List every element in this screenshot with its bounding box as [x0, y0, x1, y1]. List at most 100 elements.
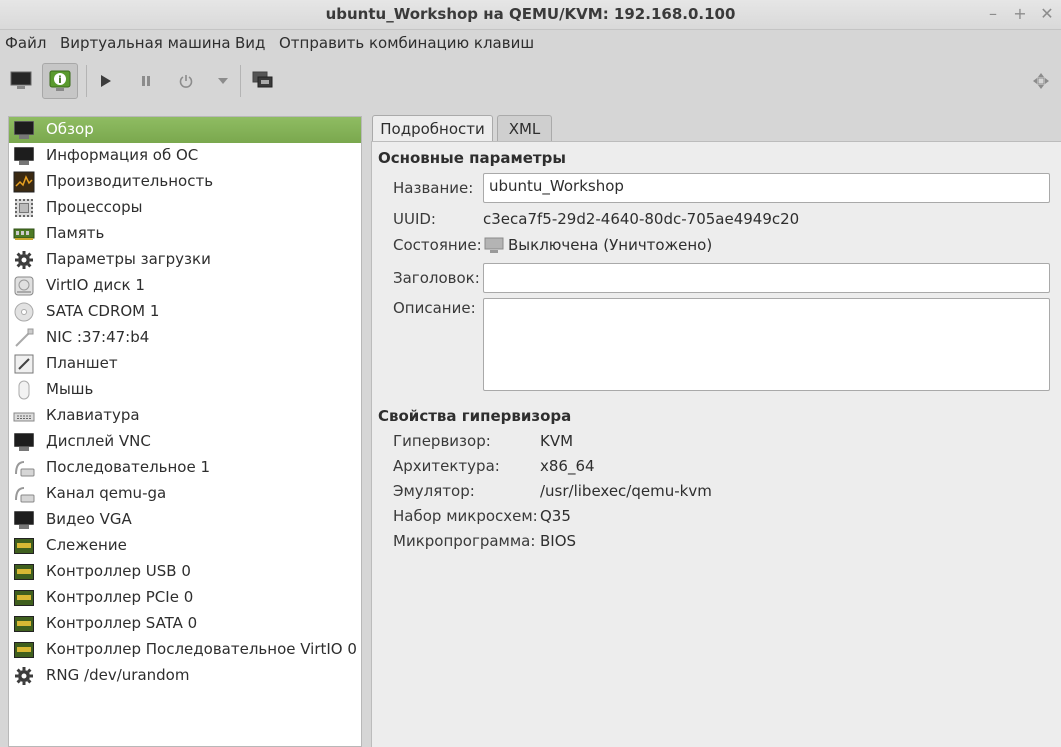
screens-icon	[252, 71, 273, 88]
title-field[interactable]	[483, 263, 1050, 293]
tab-xml[interactable]: XML	[497, 115, 552, 142]
shutdown-menu-button[interactable]	[205, 63, 241, 99]
run-button[interactable]	[87, 63, 123, 99]
serial-icon	[13, 457, 35, 479]
name-field[interactable]: ubuntu_Workshop	[483, 173, 1050, 203]
monitor-icon	[13, 119, 35, 141]
sidebar-item-label: Планшет	[46, 354, 118, 372]
window-title: ubuntu_Workshop на QEMU/KVM: 192.168.0.1…	[325, 5, 736, 23]
sidebar-item-virtio-disk[interactable]: VirtIO диск 1	[9, 273, 361, 299]
title-label: Заголовок:	[393, 269, 480, 287]
details-button[interactable]: i	[42, 63, 78, 99]
minimize-button[interactable]: –	[983, 4, 1003, 24]
mouse-icon	[13, 379, 35, 401]
sidebar-item-watchdog[interactable]: Слежение	[9, 533, 361, 559]
menu-bar: Файл Виртуальная машина Вид Отправить ко…	[0, 31, 1061, 57]
sidebar-item-label: Память	[46, 224, 105, 242]
keyboard-icon	[13, 405, 35, 427]
sidebar-item-display-vnc[interactable]: Дисплей VNC	[9, 429, 361, 455]
menu-send-key[interactable]: Отправить комбинацию клавиш	[279, 34, 534, 52]
chipset-value: Q35	[540, 507, 571, 525]
shutdown-button[interactable]	[168, 63, 204, 99]
state-value: Выключена (Уничтожено)	[508, 236, 713, 254]
sidebar-item-video-vga[interactable]: Видео VGA	[9, 507, 361, 533]
description-label: Описание:	[393, 299, 476, 317]
sidebar-item-label: VirtIO диск 1	[46, 276, 145, 294]
fullscreen-button[interactable]	[245, 63, 281, 99]
sidebar-item-nic[interactable]: NIC :37:47:b4	[9, 325, 361, 351]
sidebar-item-label: Информация об ОС	[46, 146, 199, 164]
sidebar-item-mouse[interactable]: Мышь	[9, 377, 361, 403]
controller-card-icon	[13, 561, 35, 583]
network-icon	[13, 327, 35, 349]
controller-card-icon	[13, 613, 35, 635]
sidebar-item-cpus[interactable]: Процессоры	[9, 195, 361, 221]
sidebar-item-channel-qemu-ga[interactable]: Канал qemu-ga	[9, 481, 361, 507]
pause-button[interactable]	[128, 63, 164, 99]
sidebar-item-label: Производительность	[46, 172, 214, 190]
sidebar-item-controller-sata[interactable]: Контроллер SATA 0	[9, 611, 361, 637]
tab-details[interactable]: Подробности	[372, 115, 493, 143]
description-field[interactable]	[483, 298, 1050, 391]
sidebar-item-label: Клавиатура	[46, 406, 140, 424]
hypervisor-details-heading: Свойства гипервизора	[378, 407, 572, 425]
cdrom-icon	[13, 301, 35, 323]
monitor-icon	[10, 71, 32, 89]
sidebar-item-label: Канал qemu-ga	[46, 484, 167, 502]
sidebar-item-rng[interactable]: RNG /dev/urandom	[9, 663, 361, 689]
firmware-label: Микропрограмма:	[393, 532, 536, 550]
performance-icon	[13, 171, 35, 193]
sidebar-item-controller-virtio-serial[interactable]: Контроллер Последовательное VirtIO 0	[9, 637, 361, 663]
sidebar-item-label: RNG /dev/urandom	[46, 666, 190, 684]
svg-text:i: i	[58, 75, 61, 86]
close-button[interactable]: ✕	[1037, 4, 1057, 24]
sidebar-item-serial[interactable]: Последовательное 1	[9, 455, 361, 481]
architecture-label: Архитектура:	[393, 457, 500, 475]
sidebar-item-controller-pcie[interactable]: Контроллер PCIe 0	[9, 585, 361, 611]
resize-handle[interactable]	[1023, 63, 1059, 99]
sidebar-item-boot-options[interactable]: Параметры загрузки	[9, 247, 361, 273]
power-icon	[179, 75, 193, 88]
emulator-value: /usr/libexec/qemu-kvm	[540, 482, 712, 500]
details-panel: Основные параметры Название: ubuntu_Work…	[371, 141, 1061, 747]
sidebar-item-controller-usb[interactable]: Контроллер USB 0	[9, 559, 361, 585]
menu-file[interactable]: Файл	[5, 34, 46, 52]
sidebar-item-keyboard[interactable]: Клавиатура	[9, 403, 361, 429]
sidebar-item-overview[interactable]: Обзор	[9, 117, 361, 143]
architecture-value: x86_64	[540, 457, 595, 475]
sidebar-item-label: Дисплей VNC	[46, 432, 151, 450]
maximize-button[interactable]: +	[1010, 4, 1030, 24]
tablet-icon	[13, 353, 35, 375]
sidebar-item-label: Контроллер SATA 0	[46, 614, 198, 632]
sidebar-item-label: Параметры загрузки	[46, 250, 211, 268]
console-button[interactable]	[3, 63, 39, 99]
firmware-value: BIOS	[540, 532, 577, 550]
sidebar-item-label: NIC :37:47:b4	[46, 328, 150, 346]
chevron-down-icon	[218, 78, 228, 84]
state-monitor-icon	[484, 237, 504, 254]
name-label: Название:	[393, 179, 474, 197]
sidebar-item-tablet[interactable]: Планшет	[9, 351, 361, 377]
memory-icon	[13, 223, 35, 245]
sidebar-item-performance[interactable]: Производительность	[9, 169, 361, 195]
basic-details-heading: Основные параметры	[378, 149, 566, 167]
cpu-icon	[13, 197, 35, 219]
hardware-list: Обзор Информация об ОС Производительност…	[8, 116, 362, 747]
sidebar-item-memory[interactable]: Память	[9, 221, 361, 247]
sidebar-item-label: Контроллер USB 0	[46, 562, 191, 580]
toolbar: i	[0, 57, 1061, 105]
serial-icon	[13, 483, 35, 505]
sidebar-item-label: SATA CDROM 1	[46, 302, 160, 320]
sidebar-item-sata-cdrom[interactable]: SATA CDROM 1	[9, 299, 361, 325]
menu-virtual-machine[interactable]: Виртуальная машина	[60, 34, 231, 52]
gear-icon	[13, 249, 35, 271]
gear-icon	[13, 665, 35, 687]
sidebar-item-label: Слежение	[46, 536, 127, 554]
uuid-label: UUID:	[393, 210, 436, 228]
menu-view[interactable]: Вид	[235, 34, 265, 52]
sidebar-item-label: Обзор	[46, 120, 94, 138]
sidebar-item-os-info[interactable]: Информация об ОС	[9, 143, 361, 169]
controller-card-icon	[13, 587, 35, 609]
sidebar-item-label: Контроллер PCIe 0	[46, 588, 194, 606]
uuid-value: c3eca7f5-29d2-4640-80dc-705ae4949c20	[483, 210, 800, 228]
